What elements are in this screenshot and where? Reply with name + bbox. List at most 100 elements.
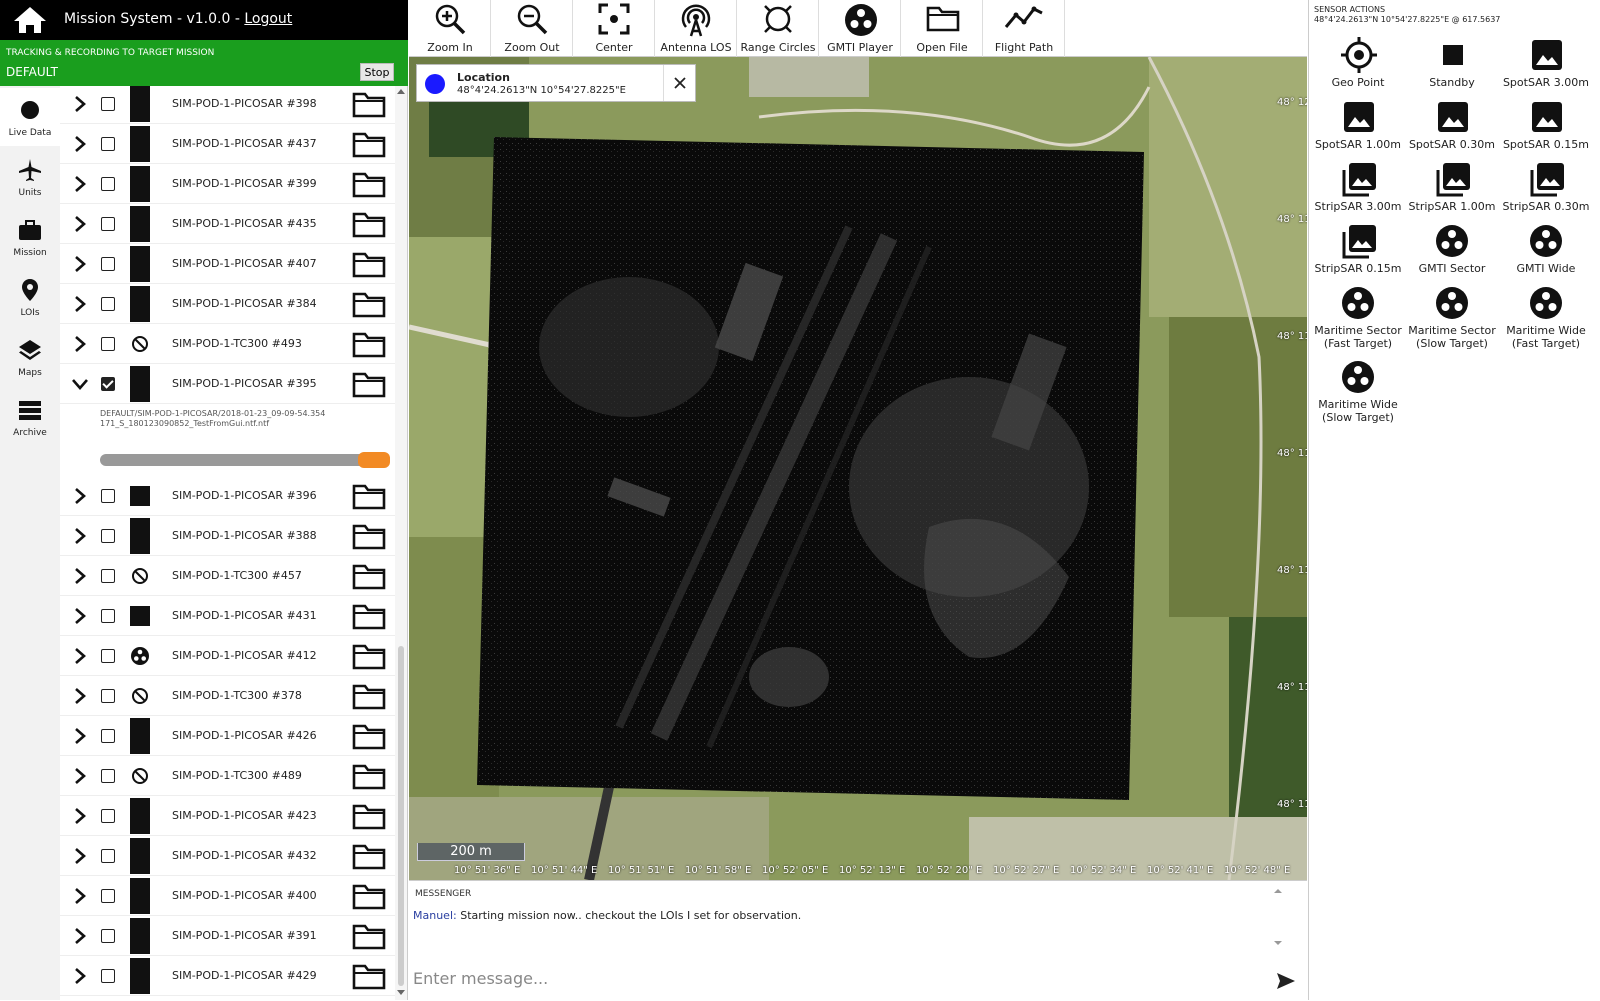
list-item[interactable]: SIM-POD-1-PICOSAR #391 <box>60 916 395 956</box>
list-item[interactable]: SIM-POD-1-PICOSAR #435 <box>60 204 395 244</box>
close-location-button[interactable] <box>663 65 695 101</box>
send-icon[interactable] <box>1277 973 1295 989</box>
sensor-action-maritime-wide-fast-target[interactable]: Maritime Wide (Fast Target) <box>1499 284 1593 350</box>
tool-gmti-player[interactable]: GMTI Player <box>819 0 901 57</box>
nav-item-live-data[interactable]: Live Data <box>0 88 60 146</box>
chevron-right-icon[interactable] <box>70 806 90 826</box>
list-item[interactable]: SIM-POD-1-TC300 #493 <box>60 324 395 364</box>
tool-open-file[interactable]: Open File <box>901 0 983 57</box>
chevron-right-icon[interactable] <box>70 686 90 706</box>
select-checkbox[interactable] <box>101 729 115 743</box>
chevron-down-icon[interactable] <box>70 374 90 394</box>
tool-zoom-out[interactable]: Zoom Out <box>491 0 573 57</box>
scrollbar-thumb[interactable] <box>398 646 404 986</box>
folder-icon[interactable] <box>352 130 386 158</box>
select-checkbox[interactable] <box>101 889 115 903</box>
folder-icon[interactable] <box>352 722 386 750</box>
select-checkbox[interactable] <box>101 649 115 663</box>
sensor-action-spotsar-1-00m[interactable]: SpotSAR 1.00m <box>1311 98 1405 160</box>
select-checkbox[interactable] <box>101 97 115 111</box>
list-item[interactable]: SIM-POD-1-PICOSAR #396 <box>60 476 395 516</box>
folder-icon[interactable] <box>352 762 386 790</box>
folder-icon[interactable] <box>352 522 386 550</box>
chevron-right-icon[interactable] <box>70 174 90 194</box>
sensor-action-stripsar-0-15m[interactable]: StripSAR 0.15m <box>1311 222 1405 284</box>
select-checkbox[interactable] <box>101 489 115 503</box>
nav-item-mission[interactable]: Mission <box>0 208 60 266</box>
sensor-action-geo-point[interactable]: Geo Point <box>1311 36 1405 98</box>
folder-icon[interactable] <box>352 562 386 590</box>
select-checkbox[interactable] <box>101 337 115 351</box>
select-checkbox[interactable] <box>101 529 115 543</box>
select-checkbox[interactable] <box>101 177 115 191</box>
folder-icon[interactable] <box>352 882 386 910</box>
select-checkbox[interactable] <box>101 809 115 823</box>
progress-handle[interactable] <box>358 452 390 468</box>
folder-icon[interactable] <box>352 602 386 630</box>
tool-antenna-los[interactable]: Antenna LOS <box>655 0 737 57</box>
chevron-right-icon[interactable] <box>70 726 90 746</box>
sensor-action-spotsar-3-00m[interactable]: SpotSAR 3.00m <box>1499 36 1593 98</box>
folder-icon[interactable] <box>352 290 386 318</box>
list-item[interactable]: SIM-POD-1-TC300 #378 <box>60 676 395 716</box>
folder-icon[interactable] <box>352 482 386 510</box>
list-item[interactable]: SIM-POD-1-TC300 #457 <box>60 556 395 596</box>
chevron-right-icon[interactable] <box>70 294 90 314</box>
tool-flight-path[interactable]: Flight Path <box>983 0 1065 57</box>
sensor-action-maritime-wide-slow-target[interactable]: Maritime Wide (Slow Target) <box>1311 358 1405 424</box>
sensor-action-spotsar-0-15m[interactable]: SpotSAR 0.15m <box>1499 98 1593 160</box>
sensor-action-gmti-sector[interactable]: GMTI Sector <box>1405 222 1499 284</box>
select-checkbox[interactable] <box>101 569 115 583</box>
nav-item-maps[interactable]: Maps <box>0 328 60 386</box>
list-item[interactable]: SIM-POD-1-PICOSAR #431 <box>60 596 395 636</box>
sensor-action-spotsar-0-30m[interactable]: SpotSAR 0.30m <box>1405 98 1499 160</box>
chevron-right-icon[interactable] <box>70 766 90 786</box>
list-item[interactable]: SIM-POD-1-PICOSAR #395 <box>60 364 395 404</box>
folder-icon[interactable] <box>352 802 386 830</box>
select-checkbox[interactable] <box>101 929 115 943</box>
folder-icon[interactable] <box>352 682 386 710</box>
select-checkbox[interactable] <box>101 969 115 983</box>
scroll-up-icon[interactable] <box>397 88 405 94</box>
select-checkbox[interactable] <box>101 257 115 271</box>
list-scrollbar[interactable] <box>395 86 407 1000</box>
list-item[interactable]: SIM-POD-1-PICOSAR #399 <box>60 164 395 204</box>
select-checkbox[interactable] <box>101 297 115 311</box>
list-item[interactable]: SIM-POD-1-PICOSAR #426 <box>60 716 395 756</box>
chevron-right-icon[interactable] <box>70 886 90 906</box>
folder-icon[interactable] <box>352 90 386 118</box>
list-item[interactable]: SIM-POD-1-PICOSAR #423 <box>60 796 395 836</box>
message-input[interactable] <box>409 955 1279 1001</box>
chevron-right-icon[interactable] <box>70 214 90 234</box>
chevron-right-icon[interactable] <box>70 566 90 586</box>
nav-item-archive[interactable]: Archive <box>0 388 60 446</box>
logout-link[interactable]: Logout <box>244 11 292 27</box>
sensor-action-stripsar-0-30m[interactable]: StripSAR 0.30m <box>1499 160 1593 222</box>
sensor-action-maritime-sector-fast-target[interactable]: Maritime Sector (Fast Target) <box>1311 284 1405 350</box>
folder-icon[interactable] <box>352 250 386 278</box>
chevron-right-icon[interactable] <box>70 334 90 354</box>
chevron-right-icon[interactable] <box>70 926 90 946</box>
list-item[interactable]: SIM-POD-1-PICOSAR #398 <box>60 86 395 124</box>
select-checkbox[interactable] <box>101 689 115 703</box>
nav-item-units[interactable]: Units <box>0 148 60 206</box>
chevron-right-icon[interactable] <box>70 94 90 114</box>
sensor-action-standby[interactable]: Standby <box>1405 36 1499 98</box>
chevron-right-icon[interactable] <box>70 134 90 154</box>
chevron-right-icon[interactable] <box>70 606 90 626</box>
folder-icon[interactable] <box>352 170 386 198</box>
close-icon[interactable] <box>664 65 696 101</box>
download-progress-bar[interactable] <box>100 452 390 468</box>
folder-icon[interactable] <box>352 962 386 990</box>
select-checkbox[interactable] <box>101 217 115 231</box>
list-item[interactable]: SIM-POD-1-PICOSAR #412 <box>60 636 395 676</box>
chevron-right-icon[interactable] <box>70 846 90 866</box>
folder-icon[interactable] <box>352 842 386 870</box>
tool-zoom-in[interactable]: Zoom In <box>409 0 491 57</box>
select-checkbox[interactable] <box>101 769 115 783</box>
select-checkbox[interactable] <box>101 137 115 151</box>
list-item[interactable]: SIM-POD-1-PICOSAR #432 <box>60 836 395 876</box>
chevron-right-icon[interactable] <box>70 254 90 274</box>
satellite-map-background[interactable] <box>409 57 1307 880</box>
list-item[interactable]: SIM-POD-1-PICOSAR #407 <box>60 244 395 284</box>
